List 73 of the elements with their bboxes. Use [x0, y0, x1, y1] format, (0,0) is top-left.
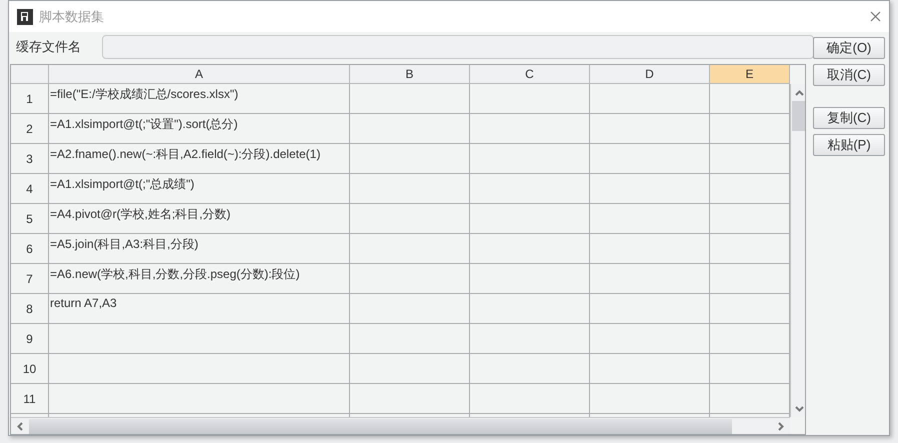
table-cell[interactable]: =file("E:/学校成绩汇总/scores.xlsx"): [49, 84, 350, 114]
table-cell[interactable]: =A1.xlsimport@t(;"总成绩"): [49, 174, 350, 204]
table-cell[interactable]: return A7,A3: [49, 294, 350, 324]
table-cell[interactable]: [590, 174, 710, 204]
row-number: 4: [11, 174, 49, 204]
table-cell[interactable]: [590, 114, 710, 144]
row-number: 3: [11, 144, 49, 174]
table-cell[interactable]: [350, 294, 470, 324]
table-cell[interactable]: [350, 324, 470, 354]
table-cell[interactable]: [49, 354, 350, 384]
table-cell[interactable]: [350, 264, 470, 294]
table-cell[interactable]: [590, 324, 710, 354]
table-cell[interactable]: [470, 204, 590, 234]
table-cell[interactable]: [350, 354, 470, 384]
table-cell[interactable]: [350, 204, 470, 234]
row-number: 7: [11, 264, 49, 294]
table-cell[interactable]: [470, 384, 590, 414]
table-cell[interactable]: [49, 384, 350, 414]
table-cell[interactable]: [470, 234, 590, 264]
row-number: 10: [11, 354, 49, 384]
cache-file-field[interactable]: [102, 35, 814, 59]
column-header[interactable]: D: [590, 65, 710, 84]
horizontal-scrollbar[interactable]: [11, 417, 790, 434]
table-cell[interactable]: [470, 174, 590, 204]
table-cell[interactable]: =A6.new(学校,科目,分数,分段.pseg(分数):段位): [49, 264, 350, 294]
field-label: 缓存文件名: [16, 38, 82, 56]
table-cell[interactable]: [350, 384, 470, 414]
table-cell[interactable]: [470, 354, 590, 384]
table-cell[interactable]: [590, 294, 710, 324]
table-cell[interactable]: [470, 144, 590, 174]
scroll-thumb[interactable]: [792, 101, 805, 131]
row-number: 8: [11, 294, 49, 324]
table-cell[interactable]: [470, 84, 590, 114]
column-header[interactable]: A: [49, 65, 350, 84]
table-cell[interactable]: [350, 234, 470, 264]
table-cell[interactable]: =A4.pivot@r(学校,姓名;科目,分数): [49, 204, 350, 234]
table-cell[interactable]: =A5.join(科目,A3:科目,分段): [49, 234, 350, 264]
row-number: 2: [11, 114, 49, 144]
table-cell[interactable]: [590, 354, 710, 384]
vertical-scrollbar[interactable]: [790, 84, 805, 417]
table-cell[interactable]: [590, 264, 710, 294]
row-number: 5: [11, 204, 49, 234]
table-cell[interactable]: =A2.fname().new(~:科目,A2.field(~):分段).delete(1): [49, 144, 350, 174]
table-cell[interactable]: [590, 384, 710, 414]
close-icon[interactable]: [870, 11, 881, 22]
table-cell[interactable]: [350, 114, 470, 144]
table-cell[interactable]: [470, 114, 590, 144]
dialog-button[interactable]: 复制(C): [813, 107, 885, 129]
table-cell[interactable]: [590, 234, 710, 264]
column-header[interactable]: B: [350, 65, 470, 84]
dialog-button[interactable]: 取消(C): [813, 64, 885, 86]
table-cell[interactable]: [470, 264, 590, 294]
column-header[interactable]: C: [470, 65, 590, 84]
row-number: 9: [11, 324, 49, 354]
table-cell[interactable]: =A1.xlsimport@t(;"设置").sort(总分): [49, 114, 350, 144]
table-cell[interactable]: [350, 84, 470, 114]
table-cell[interactable]: [350, 144, 470, 174]
table-cell[interactable]: [49, 324, 350, 354]
row-number: 1: [11, 84, 49, 114]
window-title: 脚本数据集: [39, 8, 105, 26]
table-cell[interactable]: [590, 204, 710, 234]
table-cell[interactable]: [470, 294, 590, 324]
column-header[interactable]: E: [710, 65, 790, 84]
table-cell[interactable]: [590, 144, 710, 174]
dialog-button[interactable]: 粘贴(P): [813, 134, 885, 156]
dialog-button[interactable]: 确定(O): [813, 37, 885, 59]
row-number: 6: [11, 234, 49, 264]
scroll-thumb[interactable]: [29, 418, 732, 434]
table-cell[interactable]: [470, 324, 590, 354]
row-number: 11: [11, 384, 49, 414]
app-icon: [17, 8, 33, 24]
table-cell[interactable]: [350, 174, 470, 204]
table-cell[interactable]: [590, 84, 710, 114]
